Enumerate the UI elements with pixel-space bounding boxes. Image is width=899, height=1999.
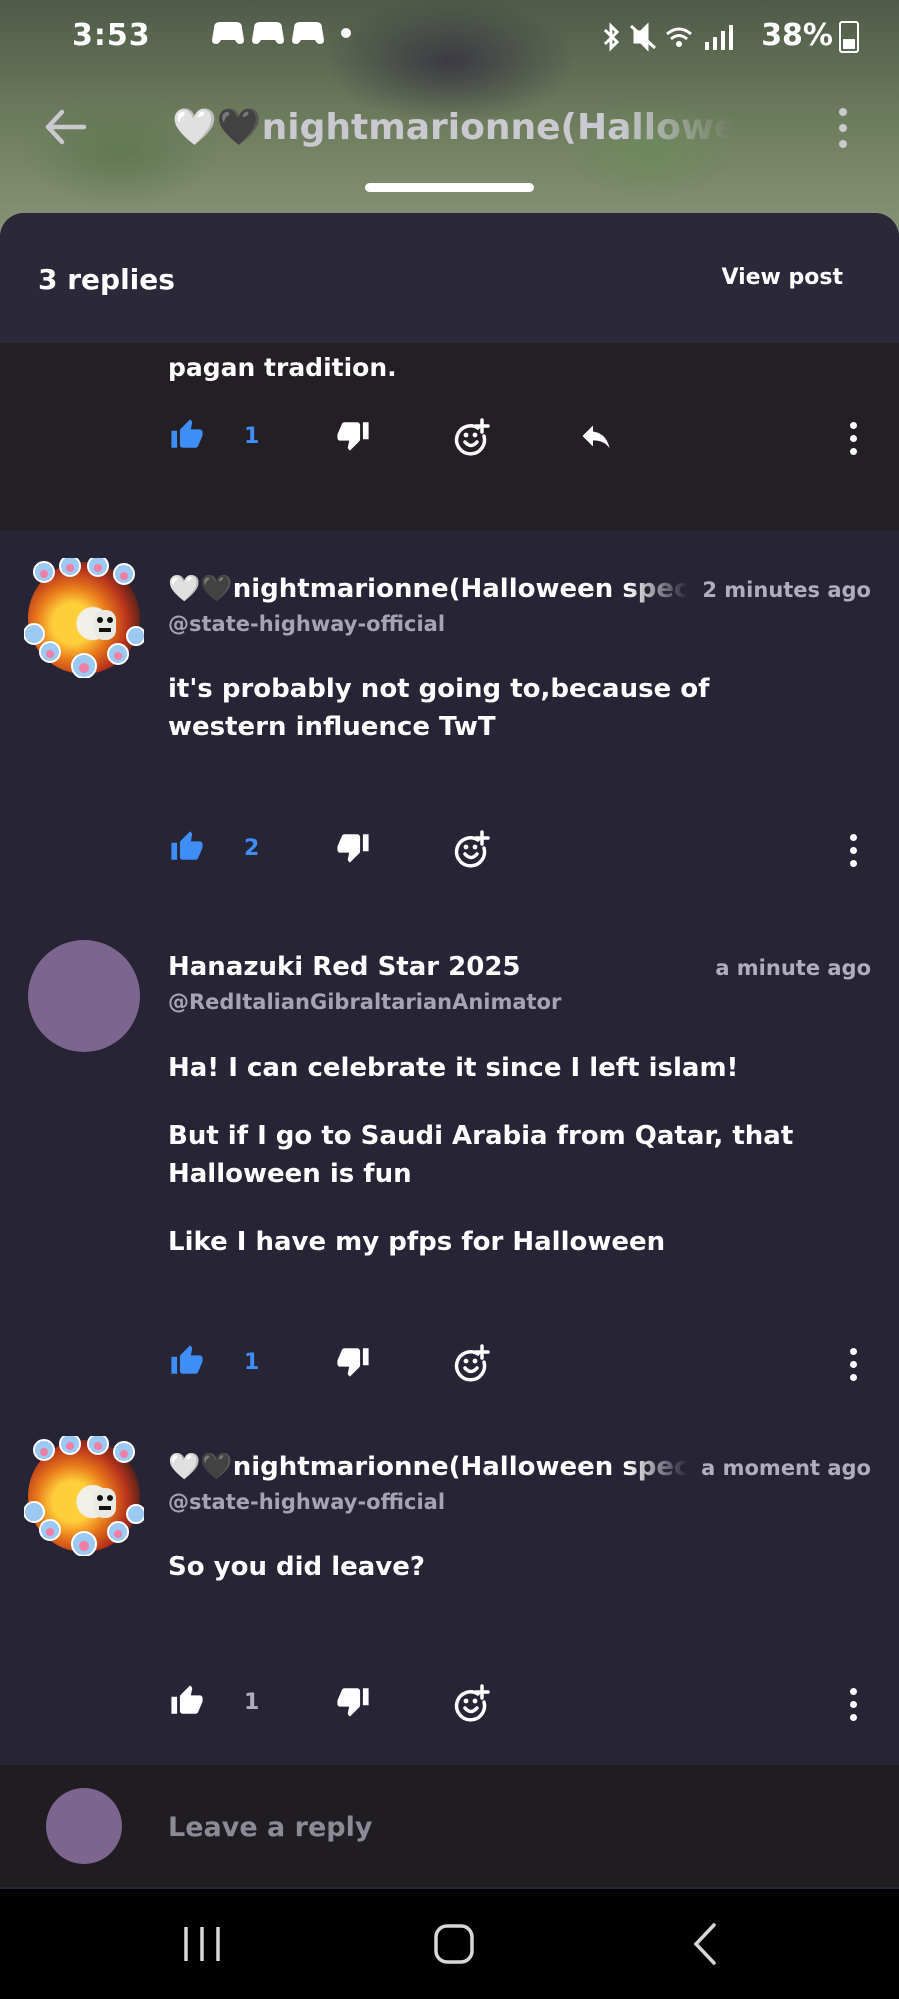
comment-author[interactable]: 🤍🖤nightmarionne(Halloween special [168,1452,688,1482]
arrow-left-icon [45,109,87,145]
comment-more-button[interactable] [848,834,858,874]
page-title: 🤍🖤nightmarionne(Halloween s [172,107,732,148]
avatar[interactable] [24,1436,144,1556]
view-post-button[interactable]: View post [721,265,843,290]
dislike-button[interactable] [336,418,370,462]
home-icon [434,1924,474,1964]
comment-text: So you did leave? [168,1548,828,1586]
system-navigation-bar [0,1889,899,1999]
comment-handle[interactable]: @state-highway-official [168,612,445,636]
chevron-left-icon [693,1923,716,1965]
add-reaction-icon [454,1344,490,1382]
like-button[interactable] [170,1684,204,1728]
sheet-header: 3 replies View post [0,213,899,343]
reply-button[interactable] [578,418,614,462]
like-count: 1 [244,424,260,449]
comment-author[interactable]: 🤍🖤nightmarionne(Halloween special [168,574,688,604]
more-vert-icon [849,1348,857,1355]
notification-icons [210,16,360,58]
comment-actions: 1 [0,1344,899,1394]
heart-frame-icon [24,1436,144,1556]
add-reaction-icon [454,1684,490,1722]
avatar[interactable] [28,940,140,1052]
system-status-icons [603,21,733,52]
add-reaction-icon [454,418,490,456]
parent-comment: pagan tradition. 1 [0,343,899,530]
back-button[interactable] [40,102,90,152]
status-time: 3:53 [72,18,151,53]
like-count: 1 [244,1690,260,1715]
status-right: 38% [601,18,859,53]
comment-time: 2 minutes ago [702,578,871,602]
thumbs-up-icon [171,831,203,860]
like-button[interactable] [170,418,204,462]
gamepad-icon [212,22,351,44]
comment-more-button[interactable] [848,422,858,462]
more-vert-icon [839,108,847,116]
comment-paragraph: Like I have my pfps for Halloween [168,1227,666,1257]
like-count: 2 [244,836,260,861]
comment-paragraph: it's probably not going to,because of we… [168,674,710,742]
thumbs-down-icon [337,1348,369,1377]
app-bar: 🤍🖤nightmarionne(Halloween s [0,88,899,168]
thumbs-down-icon [337,422,369,451]
system-back-button[interactable] [676,1919,736,1969]
status-bar: 3:53 38% [0,0,899,78]
recent-apps-button[interactable] [172,1919,232,1969]
comment-paragraph: So you did leave? [168,1552,425,1582]
add-reaction-icon [454,830,490,868]
heart-frame-icon [24,558,144,678]
like-count: 1 [244,1350,260,1375]
comment-text: it's probably not going to,because of we… [168,670,828,746]
comment-actions: 2 [0,830,899,880]
thumbs-down-icon [337,834,369,863]
comment-author[interactable]: Hanazuki Red Star 2025 [168,952,688,982]
more-vert-icon [849,834,857,841]
battery-icon [839,20,859,53]
comment-time: a minute ago [715,956,871,980]
comment-time: a moment ago [701,1456,871,1480]
thumbs-down-icon [337,1688,369,1717]
reply-composer [0,1765,899,1887]
comment-handle[interactable]: @state-highway-official [168,1490,445,1514]
comment-item: 🤍🖤nightmarionne(Halloween special a mome… [0,1410,899,1770]
comment-more-button[interactable] [848,1348,858,1388]
comment-item: Hanazuki Red Star 2025 a minute ago @Red… [0,910,899,1410]
sheet-drag-handle[interactable] [365,183,534,192]
more-options-button[interactable] [832,108,854,152]
reply-icon [582,425,610,448]
comment-item: 🤍🖤nightmarionne(Halloween special 2 minu… [0,530,899,910]
reply-input[interactable] [168,1805,788,1849]
home-button[interactable] [424,1919,484,1969]
more-vert-icon [849,1688,857,1695]
thumbs-up-icon [171,1345,203,1374]
react-button[interactable] [452,418,492,462]
dislike-button[interactable] [336,830,370,874]
dislike-button[interactable] [336,1684,370,1728]
thumbs-up-icon [171,419,203,448]
comment-more-button[interactable] [848,1688,858,1728]
comment-handle[interactable]: @RedItalianGibraltarianAnimator [168,990,561,1014]
replies-count: 3 replies [38,263,175,296]
react-button[interactable] [452,830,492,874]
like-button[interactable] [170,1344,204,1388]
react-button[interactable] [452,1344,492,1388]
dislike-button[interactable] [336,1344,370,1388]
comment-actions: 1 [0,1684,899,1734]
comment-paragraph: Ha! I can celebrate it since I left isla… [168,1053,739,1083]
current-user-avatar [46,1788,122,1864]
comment-paragraph: But if I go to Saudi Arabia from Qatar, … [168,1121,794,1189]
comment-actions: 1 [0,418,899,468]
comment-text: Ha! I can celebrate it since I left isla… [168,1049,828,1261]
recent-apps-icon [184,1927,220,1961]
battery-percent: 38% [761,18,833,53]
more-vert-icon [849,422,857,429]
avatar[interactable] [24,558,144,678]
like-button[interactable] [170,830,204,874]
react-button[interactable] [452,1684,492,1728]
thumbs-up-icon [171,1685,203,1714]
replies-sheet: 3 replies View post pagan tradition. 1 🤍… [0,213,899,1893]
comment-text: pagan tradition. [168,353,397,382]
